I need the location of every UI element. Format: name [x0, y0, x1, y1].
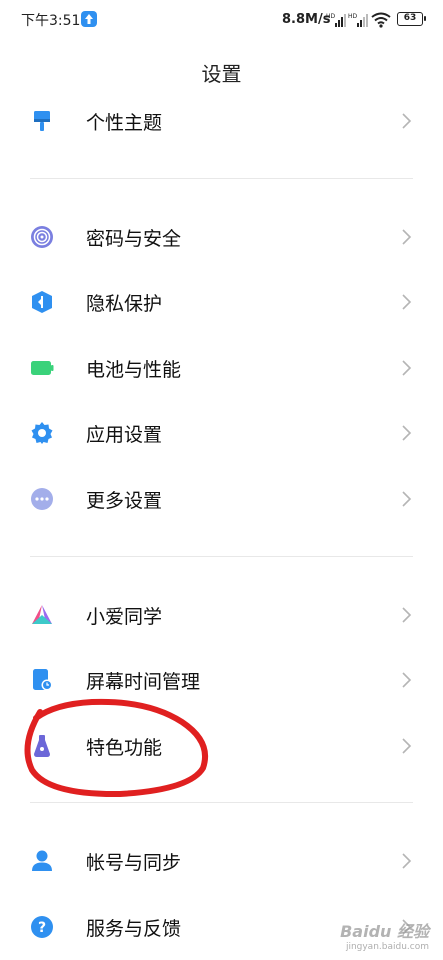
status-bar: 下午3:51 8.8M/s HD HD 63 [0, 0, 443, 40]
account-icon [30, 849, 54, 873]
chevron-right-icon [400, 111, 414, 131]
watermark-logo: Baidu 经验 [340, 922, 429, 941]
privacy-shield-icon [30, 290, 54, 314]
screen-time-icon [30, 668, 54, 692]
signal-hd-2-icon: HD [348, 12, 368, 28]
upload-notification-icon [81, 11, 97, 27]
help-icon: ? [30, 915, 54, 939]
settings-item-label: 更多设置 [86, 490, 163, 512]
settings-item-label: 屏幕时间管理 [86, 671, 201, 693]
settings-item-label: 密码与安全 [86, 228, 182, 250]
battery-icon [30, 356, 54, 380]
chevron-right-icon [400, 736, 414, 756]
chevron-right-icon [400, 670, 414, 690]
settings-item-account-sync[interactable]: 帐号与同步 [0, 831, 443, 891]
svg-text:HD: HD [326, 13, 336, 20]
settings-item-screen-time[interactable]: 屏幕时间管理 [0, 650, 443, 710]
theme-brush-icon [30, 109, 54, 133]
wifi-icon [371, 12, 391, 28]
signal-hd-icon: HD [326, 12, 346, 28]
chevron-right-icon [400, 227, 414, 247]
fingerprint-icon [30, 225, 54, 249]
settings-item-label: 应用设置 [86, 424, 163, 446]
network-speed: 8.8M/s [282, 12, 331, 27]
xiaoai-icon [30, 603, 54, 627]
settings-item-theme[interactable]: 个性主题 [0, 91, 443, 151]
chevron-right-icon [400, 423, 414, 443]
settings-item-more-settings[interactable]: 更多设置 [0, 469, 443, 529]
settings-item-label: 个性主题 [86, 112, 163, 134]
battery-indicator: 63 [397, 12, 426, 26]
svg-text:?: ? [38, 920, 46, 936]
settings-item-privacy[interactable]: 隐私保护 [0, 272, 443, 332]
settings-item-special-features[interactable]: 特色功能 [0, 716, 443, 776]
chevron-right-icon [400, 292, 414, 312]
svg-text:HD: HD [348, 13, 358, 20]
settings-item-label: 服务与反馈 [86, 918, 182, 940]
section-divider [30, 178, 413, 179]
settings-item-label: 帐号与同步 [86, 852, 182, 874]
gear-icon [30, 421, 54, 445]
settings-item-app-settings[interactable]: 应用设置 [0, 403, 443, 463]
settings-item-battery-performance[interactable]: 电池与性能 [0, 338, 443, 398]
chevron-right-icon [400, 358, 414, 378]
page-title: 设置 [201, 62, 242, 86]
baidu-watermark: Baidu 经验 jingyan.baidu.com [340, 918, 429, 952]
section-divider [30, 556, 413, 557]
chevron-right-icon [400, 489, 414, 509]
settings-item-label: 隐私保护 [86, 293, 163, 315]
feature-flask-icon [30, 734, 54, 758]
chevron-right-icon [400, 851, 414, 871]
chevron-right-icon [400, 605, 414, 625]
settings-item-label: 特色功能 [86, 737, 163, 759]
settings-item-label: 电池与性能 [86, 359, 182, 381]
watermark-url: jingyan.baidu.com [345, 942, 429, 952]
settings-item-xiaoai[interactable]: 小爱同学 [0, 585, 443, 645]
settings-item-label: 小爱同学 [86, 606, 163, 628]
status-time: 下午3:51 [21, 13, 81, 29]
settings-item-password-security[interactable]: 密码与安全 [0, 207, 443, 267]
section-divider [30, 802, 413, 803]
more-dots-icon [30, 487, 54, 511]
